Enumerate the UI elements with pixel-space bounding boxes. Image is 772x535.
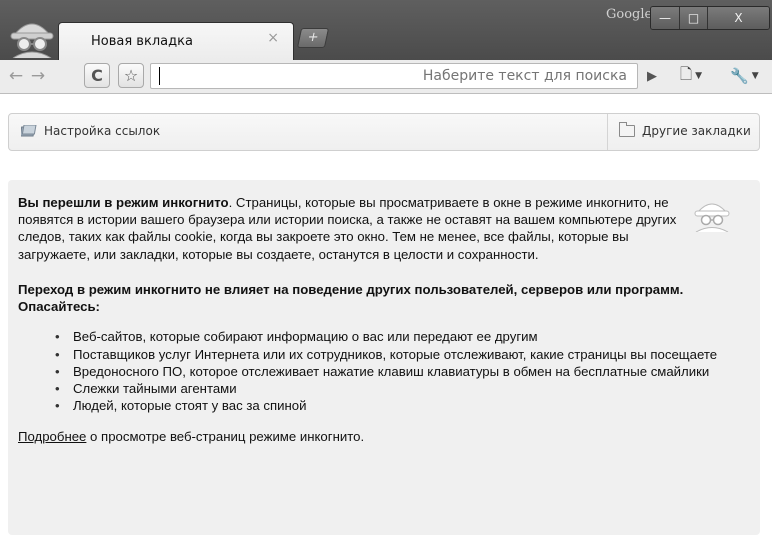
intro-paragraph: Вы перешли в режим инкогнито. Страницы, … bbox=[18, 194, 678, 263]
reload-button[interactable]: C bbox=[84, 63, 110, 88]
other-bookmarks-button[interactable]: Другие закладки bbox=[619, 122, 751, 138]
incognito-content: Вы перешли в режим инкогнито. Страницы, … bbox=[18, 194, 738, 459]
maximize-button[interactable]: □ bbox=[679, 7, 707, 29]
tools-menu-button[interactable]: 🔧 ▼ bbox=[730, 65, 766, 87]
go-button[interactable]: ▶ bbox=[642, 66, 662, 86]
tab-new[interactable]: Новая вкладка × bbox=[58, 22, 294, 60]
bookmark-icon bbox=[21, 125, 37, 137]
bookmarks-bar: Настройка ссылок Другие закладки bbox=[8, 113, 760, 151]
omnibox[interactable] bbox=[150, 63, 638, 89]
bookmark-star-button[interactable]: ☆ bbox=[118, 63, 144, 88]
bookmarks-divider bbox=[607, 114, 608, 150]
warning-heading: Переход в режим инкогнито не влияет на п… bbox=[18, 281, 684, 315]
close-window-button[interactable]: X bbox=[707, 7, 769, 29]
toolbar: ← → C ☆ ▶ 🗋 ▼ 🔧 ▼ bbox=[0, 60, 772, 94]
bookmarks-setup-link[interactable]: Настройка ссылок bbox=[21, 124, 160, 138]
back-button[interactable]: ← bbox=[6, 64, 26, 88]
page-icon: 🗋 bbox=[680, 64, 693, 83]
list-item: Поставщиков услуг Интернета или их сотру… bbox=[55, 346, 738, 363]
folder-icon bbox=[619, 122, 635, 137]
intro-heading: Вы перешли в режим инкогнито bbox=[18, 195, 229, 210]
chevron-down-icon: ▼ bbox=[695, 71, 702, 81]
title-bar: Новая вкладка × + Google — □ X bbox=[0, 0, 772, 60]
new-tab-button[interactable]: + bbox=[296, 28, 330, 48]
back-icon: ← bbox=[8, 66, 24, 86]
google-brand-label: Google bbox=[606, 7, 653, 22]
forward-icon: → bbox=[30, 66, 46, 86]
more-info-line: Подробнее о просмотре веб-страниц режиме… bbox=[18, 428, 738, 445]
wrench-icon: 🔧 bbox=[730, 67, 749, 85]
incognito-icon bbox=[10, 23, 54, 58]
go-icon: ▶ bbox=[647, 68, 657, 84]
more-info-link[interactable]: Подробнее bbox=[18, 429, 86, 444]
page-menu-button[interactable]: 🗋 ▼ bbox=[680, 65, 716, 87]
omnibox-input[interactable] bbox=[163, 64, 633, 88]
text-caret bbox=[159, 67, 160, 85]
tab-close-icon[interactable]: × bbox=[267, 30, 279, 46]
threat-list: Веб-сайтов, которые собирают информацию … bbox=[18, 328, 738, 414]
list-item: Слежки тайными агентами bbox=[55, 380, 738, 397]
other-bookmarks-label: Другие закладки bbox=[642, 124, 751, 138]
bookmarks-setup-label: Настройка ссылок bbox=[44, 124, 161, 138]
list-item: Веб-сайтов, которые собирают информацию … bbox=[55, 328, 738, 345]
window-controls: — □ X bbox=[650, 6, 770, 30]
chevron-down-icon: ▼ bbox=[751, 71, 759, 81]
list-item: Людей, которые стоят у вас за спиной bbox=[55, 397, 738, 414]
list-item: Вредоносного ПО, которое отслеживает наж… bbox=[55, 363, 738, 380]
forward-button[interactable]: → bbox=[28, 64, 48, 88]
star-icon: ☆ bbox=[123, 66, 139, 85]
tab-title: Новая вкладка bbox=[91, 34, 193, 49]
more-info-text: о просмотре веб-страниц режиме инкогнито… bbox=[86, 429, 365, 445]
minimize-button[interactable]: — bbox=[651, 7, 679, 29]
reload-icon: C bbox=[91, 66, 103, 85]
